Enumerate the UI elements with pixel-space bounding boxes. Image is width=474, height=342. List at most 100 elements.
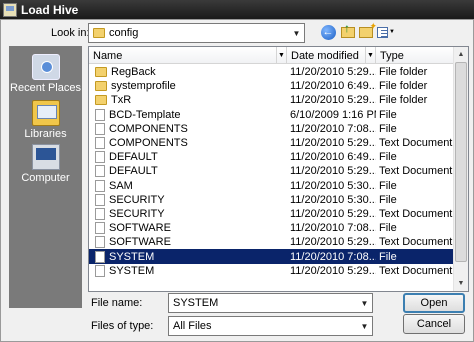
app-icon bbox=[3, 2, 17, 17]
file-row[interactable]: RegBack 11/20/2010 5:29... File folder bbox=[89, 65, 455, 79]
folder-icon bbox=[95, 67, 107, 78]
file-date: 11/20/2010 5:29... bbox=[290, 66, 376, 79]
file-date: 11/20/2010 7:08... bbox=[290, 222, 376, 235]
file-icon bbox=[95, 179, 105, 192]
up-folder-icon[interactable] bbox=[339, 21, 357, 41]
new-folder-icon[interactable] bbox=[357, 21, 377, 41]
file-row[interactable]: SAM 11/20/2010 5:30... File bbox=[89, 179, 455, 193]
file-icon bbox=[95, 207, 105, 220]
file-row[interactable]: systemprofile 11/20/2010 6:49... File fold… bbox=[89, 79, 455, 93]
column-header: Name ▼ Date modified ▼ Type bbox=[89, 47, 455, 64]
file-name: DEFAULT bbox=[109, 151, 158, 164]
file-row[interactable]: COMPONENTS 11/20/2010 5:29... Text Documen… bbox=[89, 136, 455, 150]
scrollbar-thumb[interactable] bbox=[455, 62, 467, 262]
file-name: SECURITY bbox=[109, 193, 165, 206]
file-name-label: File name: bbox=[91, 297, 143, 309]
scroll-up-icon[interactable]: ▲ bbox=[454, 47, 468, 62]
file-list[interactable]: Name ▼ Date modified ▼ Type RegBack 11/20… bbox=[88, 46, 469, 292]
file-date: 11/20/2010 5:29... bbox=[290, 207, 376, 220]
chevron-down-icon[interactable]: ▼ bbox=[289, 24, 304, 42]
file-row[interactable]: TxR 11/20/2010 5:29... File folder bbox=[89, 93, 455, 107]
column-date-modified[interactable]: Date modified ▼ bbox=[287, 47, 376, 64]
folder-icon bbox=[95, 95, 107, 106]
file-icon bbox=[95, 137, 105, 150]
file-date: 11/20/2010 5:29... bbox=[290, 165, 376, 178]
file-date: 11/20/2010 5:29... bbox=[290, 94, 376, 107]
file-type: File bbox=[379, 222, 397, 235]
file-type: File bbox=[379, 108, 397, 121]
file-icon bbox=[95, 236, 105, 249]
cancel-button[interactable]: Cancel bbox=[403, 314, 465, 334]
file-type: File bbox=[379, 151, 397, 164]
place-computer[interactable]: Computer bbox=[9, 144, 82, 184]
file-row[interactable]: SYSTEM 11/20/2010 5:29... Text Document bbox=[89, 264, 455, 278]
files-of-type-select[interactable]: All Files ▼ bbox=[168, 316, 373, 336]
file-type: File folder bbox=[379, 94, 428, 107]
libraries-icon bbox=[31, 100, 60, 126]
file-date: 11/20/2010 6:49... bbox=[290, 151, 376, 164]
file-row[interactable]: SYSTEM 11/20/2010 7:08... File bbox=[89, 249, 455, 264]
file-type: File folder bbox=[379, 66, 428, 79]
scroll-down-icon[interactable]: ▼ bbox=[454, 276, 468, 291]
file-icon bbox=[95, 151, 105, 164]
file-row[interactable]: DEFAULT 11/20/2010 6:49... File bbox=[89, 150, 455, 164]
file-name: SAM bbox=[109, 179, 133, 192]
look-in-combo[interactable]: config ▼ bbox=[88, 23, 305, 43]
file-name: COMPONENTS bbox=[109, 122, 188, 135]
file-icon bbox=[95, 222, 105, 235]
file-date: 11/20/2010 5:30... bbox=[290, 193, 376, 206]
places-bar: Recent Places Libraries Computer bbox=[9, 46, 82, 308]
file-icon bbox=[95, 193, 105, 206]
file-name: systemprofile bbox=[111, 80, 176, 93]
chevron-down-icon[interactable]: ▼ bbox=[365, 47, 375, 63]
file-type: File bbox=[379, 122, 397, 135]
file-icon bbox=[95, 165, 105, 178]
file-name: SOFTWARE bbox=[109, 222, 171, 235]
views-menu-icon[interactable]: ▼ bbox=[377, 23, 395, 41]
window-title: Load Hive bbox=[21, 2, 79, 17]
title-bar: Load Hive bbox=[0, 0, 474, 19]
file-name-field[interactable]: SYSTEM ▼ bbox=[168, 293, 373, 313]
file-rows: RegBack 11/20/2010 5:29... File folder syst… bbox=[89, 65, 455, 278]
open-button[interactable]: Open bbox=[403, 293, 465, 313]
place-label: Recent Places bbox=[10, 82, 81, 94]
chevron-down-icon[interactable]: ▼ bbox=[357, 294, 372, 312]
file-name: SECURITY bbox=[109, 207, 165, 220]
file-row[interactable]: SECURITY 11/20/2010 5:29... Text Document bbox=[89, 207, 455, 221]
file-row[interactable]: COMPONENTS 11/20/2010 7:08... File bbox=[89, 122, 455, 136]
look-in-label: Look in: bbox=[51, 27, 90, 39]
file-row[interactable]: DEFAULT 11/20/2010 5:29... Text Document bbox=[89, 164, 455, 178]
file-date: 11/20/2010 6:49... bbox=[290, 80, 376, 93]
chevron-down-icon[interactable]: ▼ bbox=[357, 317, 372, 335]
file-type: Text Document bbox=[379, 137, 453, 150]
look-in-value: config bbox=[109, 27, 139, 39]
place-recent-places[interactable]: Recent Places bbox=[9, 54, 82, 94]
place-libraries[interactable]: Libraries bbox=[9, 100, 82, 140]
folder-icon bbox=[95, 81, 107, 92]
file-date: 11/20/2010 5:30... bbox=[290, 179, 376, 192]
file-name: DEFAULT bbox=[109, 165, 158, 178]
files-of-type-label: Files of type: bbox=[91, 320, 154, 332]
file-name-value[interactable]: SYSTEM bbox=[169, 297, 357, 309]
file-type: Text Document bbox=[379, 165, 453, 178]
place-label: Computer bbox=[21, 172, 70, 184]
column-type[interactable]: Type bbox=[376, 47, 455, 64]
file-date: 11/20/2010 5:29... bbox=[290, 236, 376, 249]
file-name: TxR bbox=[111, 94, 132, 107]
vertical-scrollbar[interactable]: ▲ ▼ bbox=[453, 47, 468, 291]
file-icon bbox=[95, 264, 105, 277]
file-row[interactable]: SOFTWARE 11/20/2010 7:08... File bbox=[89, 221, 455, 235]
column-name[interactable]: Name ▼ bbox=[89, 47, 287, 64]
load-hive-dialog: Look in: config ▼ ← ▼ Recent Places Libr… bbox=[0, 19, 474, 342]
file-row[interactable]: SOFTWARE 11/20/2010 5:29... Text Document bbox=[89, 235, 455, 249]
file-type: Text Document bbox=[379, 236, 453, 249]
file-row[interactable]: SECURITY 11/20/2010 5:30... File bbox=[89, 193, 455, 207]
back-icon[interactable]: ← bbox=[319, 23, 337, 41]
file-name: RegBack bbox=[111, 66, 156, 79]
chevron-down-icon[interactable]: ▼ bbox=[276, 47, 286, 63]
file-icon bbox=[95, 122, 105, 135]
file-name: SYSTEM bbox=[109, 264, 155, 277]
file-type: File folder bbox=[379, 80, 428, 93]
file-row[interactable]: BCD-Template 6/10/2009 1:16 PM File bbox=[89, 108, 455, 122]
recent-places-icon bbox=[31, 54, 60, 80]
